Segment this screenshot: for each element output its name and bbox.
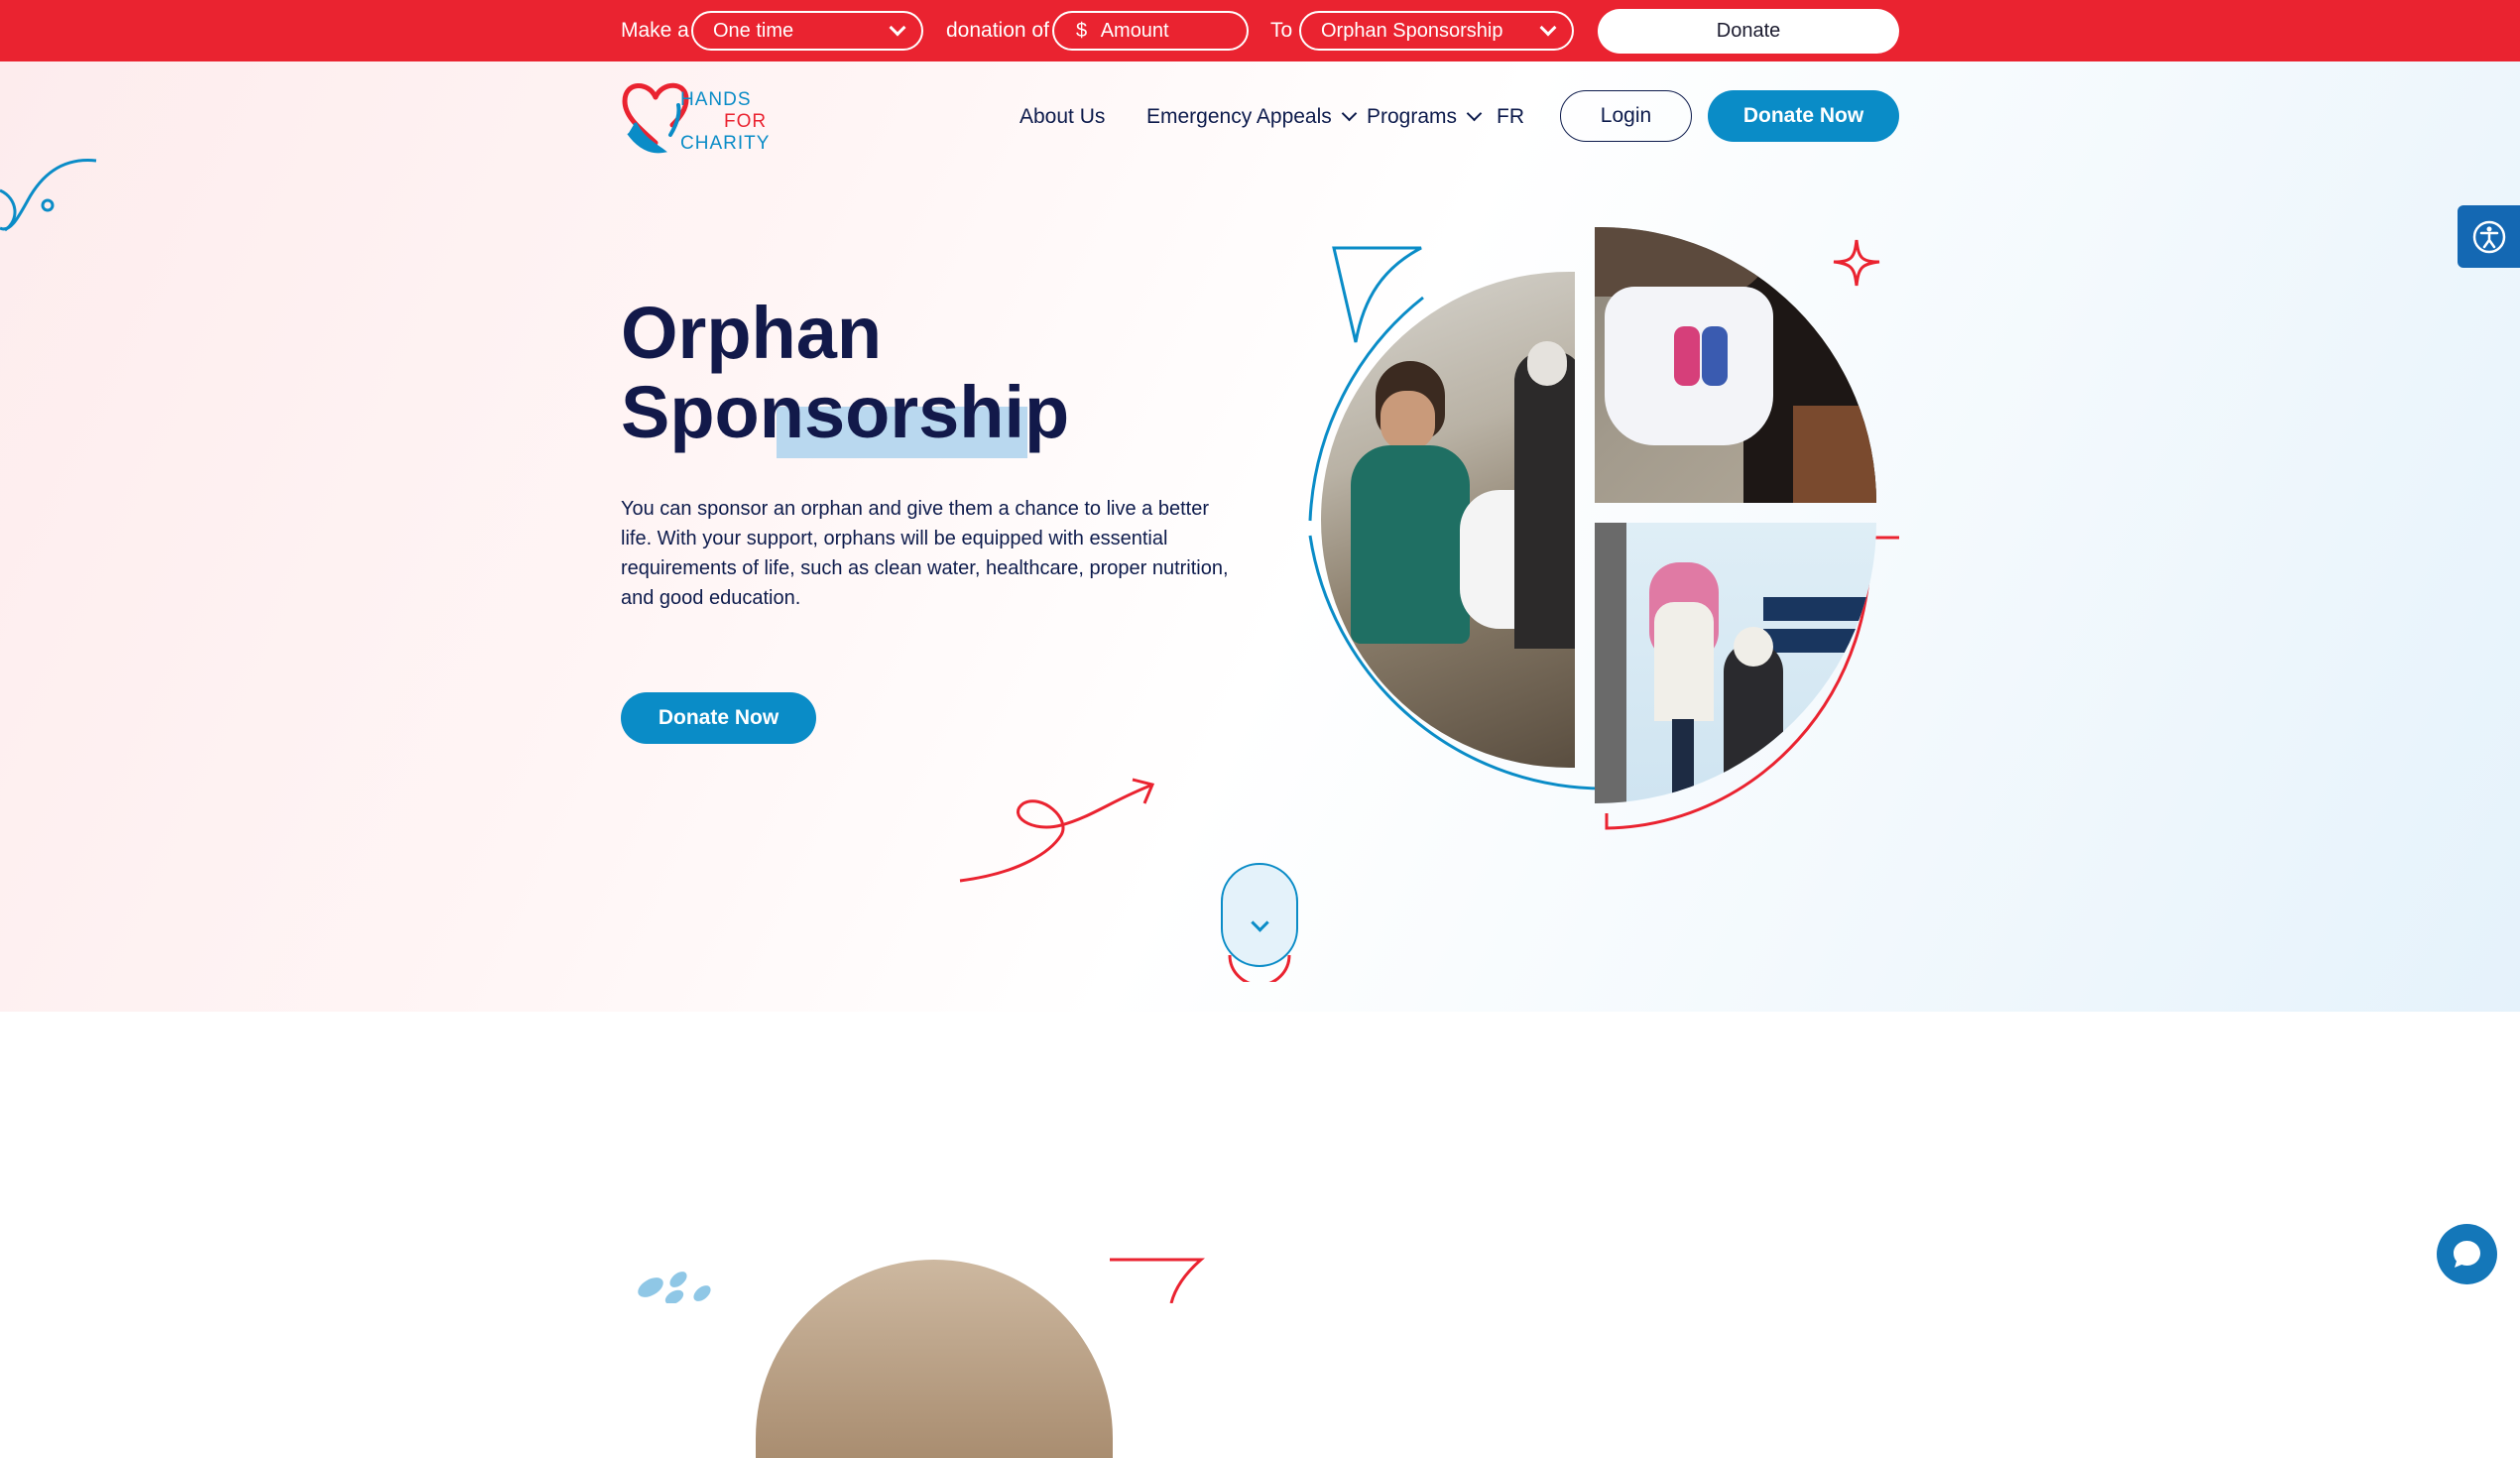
decorative-red-triangle [1110, 1258, 1205, 1303]
chevron-down-icon [1539, 19, 1557, 37]
chevron-down-icon [889, 19, 906, 37]
chat-button[interactable] [2437, 1224, 2497, 1284]
decorative-squiggle [0, 159, 97, 232]
accessibility-icon [2472, 220, 2506, 254]
to-label: To [1270, 19, 1293, 42]
frequency-select[interactable]: One time [691, 11, 923, 51]
title-line-1: Orphan [621, 292, 883, 374]
chevron-down-icon [1341, 105, 1358, 122]
page-title: Orphan Sponsorship [621, 294, 1137, 452]
photo-hands-with-bag [1595, 227, 1876, 503]
hero-description: You can sponsor an orphan and give them … [621, 498, 1229, 609]
language-toggle[interactable]: FR [1497, 99, 1524, 135]
nav-programs-label: Programs [1367, 105, 1458, 128]
logo-line-charity: CHARITY [680, 133, 771, 154]
decorative-blue-splashes [638, 1272, 711, 1303]
decorative-arrow [959, 778, 1155, 883]
login-button[interactable]: Login [1560, 90, 1692, 142]
scroll-down-button[interactable] [1221, 863, 1298, 967]
nav-emergency-appeals[interactable]: Emergency Appeals [1146, 99, 1358, 135]
amount-input[interactable]: $ Amount [1052, 11, 1249, 51]
cause-select[interactable]: Orphan Sponsorship [1299, 11, 1574, 51]
frequency-value: One time [713, 20, 794, 42]
nav-programs[interactable]: Programs [1367, 99, 1483, 135]
amount-placeholder: Amount [1100, 20, 1169, 42]
accessibility-button[interactable] [2458, 205, 2520, 268]
hero-donate-now-button[interactable]: Donate Now [621, 692, 816, 744]
nav-emergency-label: Emergency Appeals [1146, 105, 1332, 128]
photo-lower-section [756, 1260, 1113, 1458]
cause-value: Orphan Sponsorship [1321, 20, 1503, 42]
chevron-down-icon [1251, 913, 1269, 932]
nav-about-us[interactable]: About Us [1020, 99, 1105, 135]
logo-line-for: FOR [724, 111, 768, 132]
donate-button[interactable]: Donate [1598, 9, 1899, 54]
logo-text: HANDS FOR CHARITY [680, 89, 770, 155]
logo-line-hands: HANDS [680, 89, 752, 110]
make-a-label: Make a [621, 19, 689, 42]
title-line-2: Sponsorship [621, 371, 1070, 453]
donate-now-nav-button[interactable]: Donate Now [1708, 90, 1899, 142]
currency-symbol: $ [1076, 20, 1088, 42]
chevron-down-icon [1466, 105, 1483, 122]
donation-of-label: donation of [946, 19, 1049, 42]
chat-icon [2454, 1241, 2480, 1268]
donation-bar: Make a One time donation of $ Amount To … [0, 0, 2520, 61]
